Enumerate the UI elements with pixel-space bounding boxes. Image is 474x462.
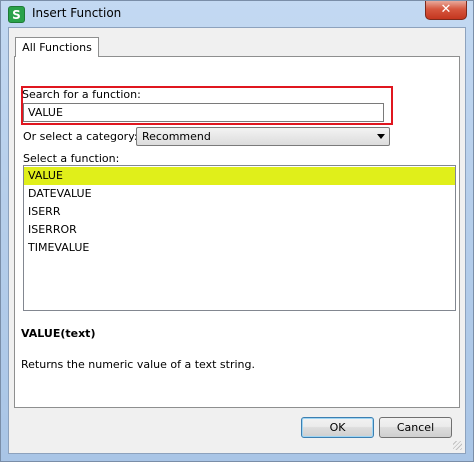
list-item-iserr[interactable]: ISERR: [24, 203, 455, 221]
window-title: Insert Function: [32, 6, 122, 20]
close-icon: ✕: [440, 2, 452, 17]
tab-all-functions[interactable]: All Functions: [15, 37, 99, 57]
chevron-down-icon: [377, 134, 385, 139]
list-item-timevalue[interactable]: TIMEVALUE: [24, 239, 455, 257]
category-label: Or select a category:: [23, 130, 138, 143]
category-selected-value: Recommend: [142, 130, 211, 143]
category-dropdown[interactable]: Recommend: [136, 127, 390, 146]
function-list-label: Select a function:: [23, 152, 120, 165]
search-input[interactable]: [23, 103, 384, 122]
function-list[interactable]: VALUE DATEVALUE ISERR ISERROR TIMEVALUE: [23, 165, 456, 311]
tab-pane: Search for a function: Or select a categ…: [14, 56, 460, 408]
list-item-iserror[interactable]: ISERROR: [24, 221, 455, 239]
title-bar[interactable]: S Insert Function ✕: [1, 1, 473, 27]
resize-grip-icon[interactable]: [453, 441, 462, 450]
insert-function-dialog: S Insert Function ✕ All Functions Search…: [0, 0, 474, 462]
ok-button[interactable]: OK: [301, 417, 374, 438]
list-item-datevalue[interactable]: DATEVALUE: [24, 185, 455, 203]
app-logo-icon: S: [8, 6, 25, 23]
dialog-body: All Functions Search for a function: Or …: [8, 27, 466, 454]
close-button[interactable]: ✕: [425, 1, 467, 20]
function-description: Returns the numeric value of a text stri…: [21, 358, 255, 371]
cancel-button[interactable]: Cancel: [379, 417, 452, 438]
search-label: Search for a function:: [22, 88, 141, 101]
function-syntax: VALUE(text): [21, 327, 96, 340]
list-item-value[interactable]: VALUE: [24, 167, 455, 185]
